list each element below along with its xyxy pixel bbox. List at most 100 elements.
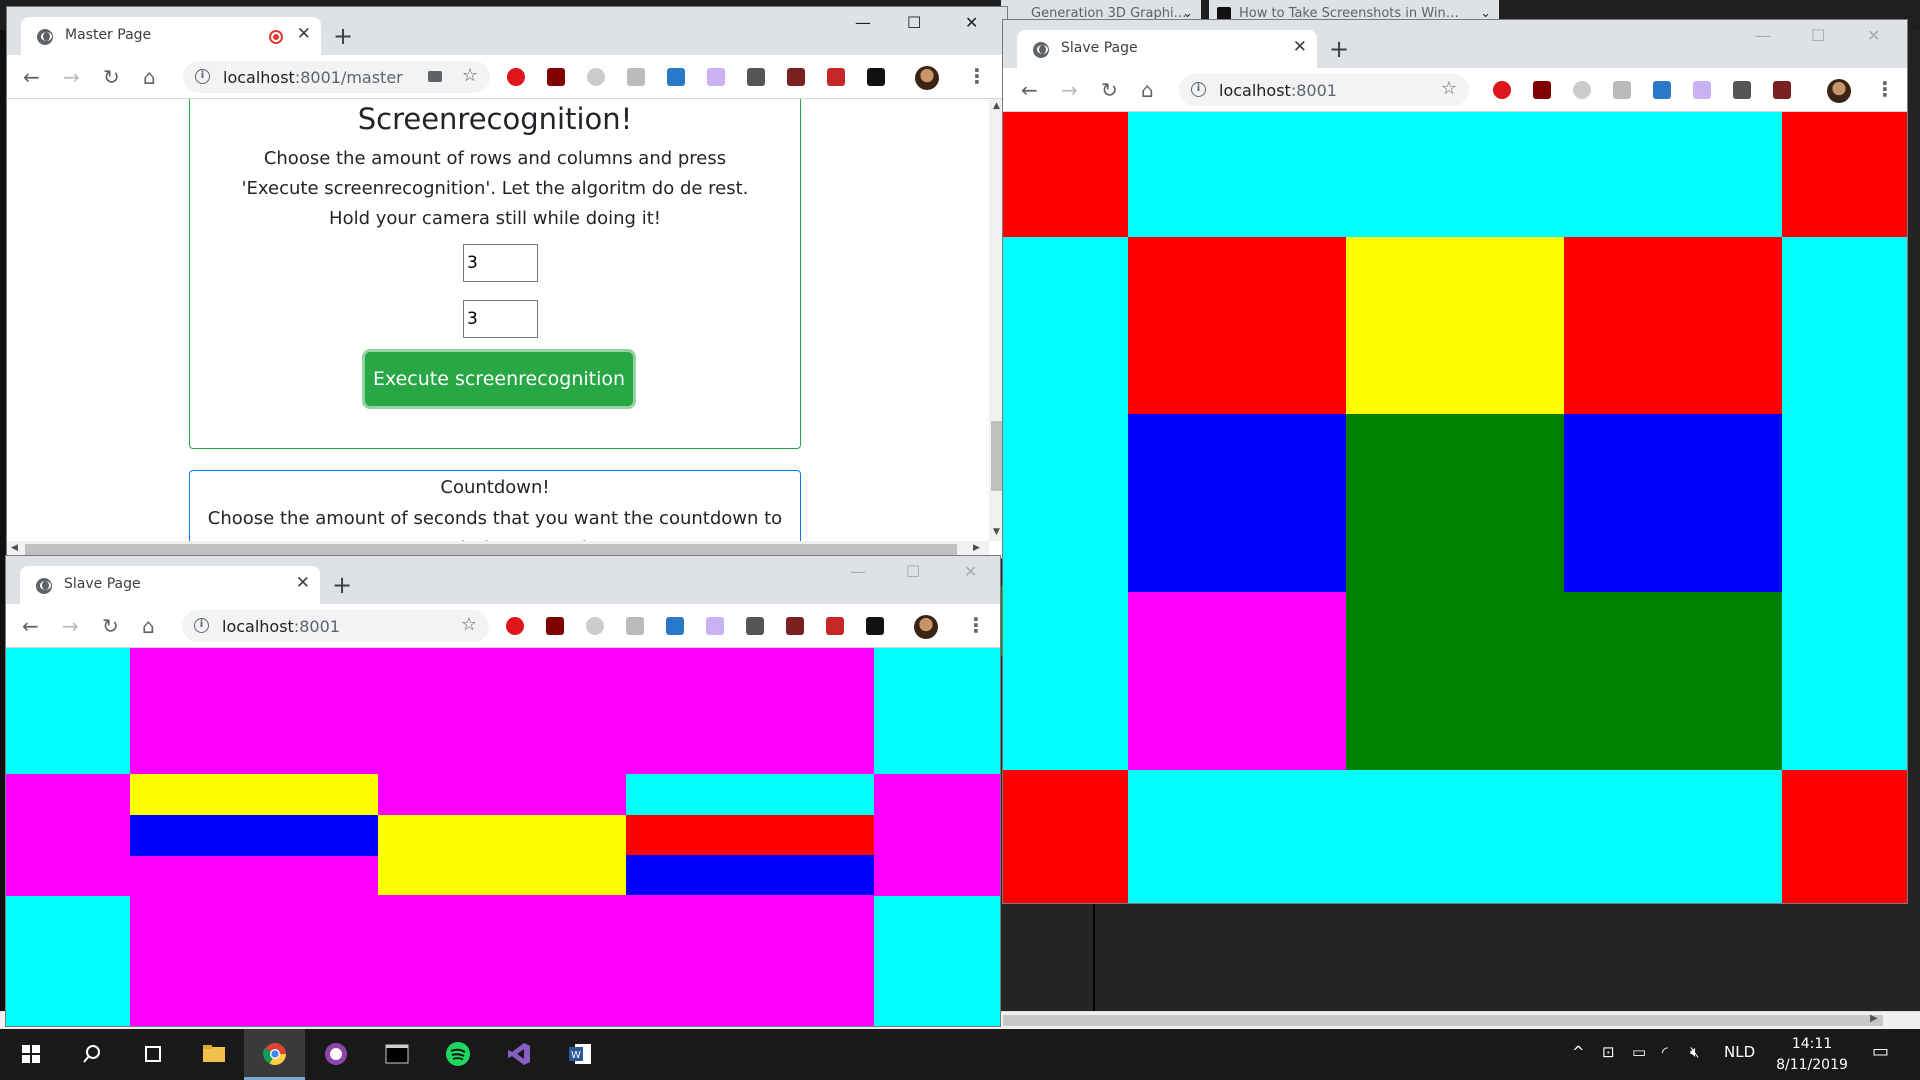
close-window-button[interactable]: ✕ — [1867, 26, 1880, 45]
extension-icon[interactable] — [1573, 81, 1591, 99]
scrollbar-thumb[interactable] — [25, 544, 957, 555]
pen-icon[interactable] — [707, 68, 725, 86]
camera-icon[interactable] — [428, 71, 442, 82]
ublock-icon[interactable] — [546, 617, 564, 635]
back-button[interactable]: ← — [23, 65, 40, 89]
notifications-icon[interactable]: ▭ — [1872, 1041, 1889, 1062]
info-icon[interactable]: i — [1191, 82, 1206, 97]
tab-master-page[interactable]: Master Page ✕ — [21, 17, 321, 55]
taskbar-chrome[interactable] — [244, 1029, 305, 1080]
clipboard-icon[interactable] — [626, 617, 644, 635]
s-extension-icon[interactable] — [666, 617, 684, 635]
tab-slave-page[interactable]: Slave Page ✕ — [20, 566, 320, 604]
taskbar-github-desktop[interactable] — [305, 1029, 366, 1080]
info-icon[interactable]: i — [194, 618, 209, 633]
forward-button[interactable]: → — [63, 65, 80, 89]
extension-icon[interactable] — [586, 617, 604, 635]
adblock-icon[interactable] — [507, 68, 525, 86]
maximize-button[interactable]: ☐ — [906, 562, 920, 581]
taskbar-word[interactable]: W — [549, 1029, 610, 1080]
facebook-icon[interactable] — [1733, 81, 1751, 99]
maximize-button[interactable]: ☐ — [907, 13, 921, 32]
extension-red-icon[interactable] — [786, 617, 804, 635]
extension-icon[interactable] — [587, 68, 605, 86]
taskbar-visual-studio[interactable] — [488, 1029, 549, 1080]
close-window-button[interactable]: ✕ — [964, 562, 977, 581]
reload-button[interactable]: ↻ — [103, 65, 120, 89]
s-extension-icon[interactable] — [1653, 81, 1671, 99]
clock[interactable]: 14:11 8/11/2019 — [1762, 1034, 1862, 1076]
forward-button[interactable]: → — [1061, 78, 1078, 102]
s-extension-icon[interactable] — [667, 68, 685, 86]
address-bar[interactable]: i localhost:8001/master ☆ — [183, 61, 490, 93]
battery-icon[interactable]: ▭ — [1632, 1043, 1646, 1061]
language-indicator[interactable]: NLD — [1724, 1043, 1755, 1061]
task-view-button[interactable] — [122, 1029, 183, 1080]
close-tab-icon[interactable]: ✕ — [297, 24, 311, 44]
scroll-up-icon[interactable]: ▲ — [993, 101, 1000, 111]
address-bar[interactable]: i localhost:8001 ☆ — [182, 610, 489, 642]
ublock-icon[interactable] — [1533, 81, 1551, 99]
info-icon[interactable]: i — [195, 69, 210, 84]
pen-icon[interactable] — [1693, 81, 1711, 99]
home-button[interactable]: ⌂ — [1141, 78, 1154, 102]
adblock-icon[interactable] — [1493, 81, 1511, 99]
rows-input[interactable]: 3 — [463, 244, 538, 282]
close-tab-icon[interactable]: ✕ — [296, 573, 310, 593]
security-icon[interactable]: ⊡ — [1602, 1043, 1615, 1061]
new-tab-button[interactable]: + — [1329, 35, 1349, 63]
book-icon[interactable] — [826, 617, 844, 635]
taskbar-spotify[interactable] — [427, 1029, 488, 1080]
search-button[interactable] — [61, 1029, 122, 1080]
clipboard-icon[interactable] — [1613, 81, 1631, 99]
close-window-button[interactable]: ✕ — [965, 13, 978, 32]
book-icon[interactable] — [827, 68, 845, 86]
minimize-button[interactable]: — — [1755, 26, 1771, 45]
scrollbar-thumb[interactable] — [1003, 1015, 1883, 1026]
scroll-right-icon[interactable]: ▶ — [973, 543, 980, 553]
menu-icon[interactable]: ⋮ — [967, 64, 987, 88]
taskbar-file-explorer[interactable] — [183, 1029, 244, 1080]
home-button[interactable]: ⌂ — [142, 614, 155, 638]
avatar[interactable] — [914, 615, 938, 639]
execute-screenrecognition-button[interactable]: Execute screenrecognition — [365, 352, 633, 406]
address-bar[interactable]: i localhost:8001 ☆ — [1179, 74, 1469, 106]
close-tab-icon[interactable]: ✕ — [1293, 37, 1307, 57]
avatar[interactable] — [1827, 79, 1851, 103]
new-tab-button[interactable]: + — [332, 571, 352, 599]
binary-icon[interactable] — [867, 68, 885, 86]
minimize-button[interactable]: — — [850, 562, 866, 581]
facebook-icon[interactable] — [747, 68, 765, 86]
facebook-icon[interactable] — [746, 617, 764, 635]
forward-button[interactable]: → — [62, 614, 79, 638]
scroll-down-icon[interactable]: ▼ — [993, 527, 1000, 537]
taskbar-terminal[interactable] — [366, 1029, 427, 1080]
extension-red-icon[interactable] — [1773, 81, 1791, 99]
volume-muted-icon[interactable]: 🔇︎ — [1690, 1043, 1699, 1061]
scroll-left-icon[interactable]: ◀ — [11, 543, 18, 553]
back-button[interactable]: ← — [1021, 78, 1038, 102]
scroll-right-icon[interactable]: ▶ — [1870, 1013, 1878, 1024]
reload-button[interactable]: ↻ — [102, 614, 119, 638]
pen-icon[interactable] — [706, 617, 724, 635]
menu-icon[interactable]: ⋮ — [966, 613, 986, 637]
avatar[interactable] — [915, 66, 939, 90]
minimize-button[interactable]: — — [855, 13, 871, 32]
back-button[interactable]: ← — [22, 614, 39, 638]
home-button[interactable]: ⌂ — [143, 65, 156, 89]
clipboard-icon[interactable] — [627, 68, 645, 86]
menu-icon[interactable]: ⋮ — [1875, 77, 1895, 101]
adblock-icon[interactable] — [506, 617, 524, 635]
tab-slave-page[interactable]: Slave Page ✕ — [1017, 30, 1317, 68]
bookmark-star-icon[interactable]: ☆ — [1441, 78, 1457, 99]
start-button[interactable] — [0, 1029, 61, 1080]
new-tab-button[interactable]: + — [333, 22, 353, 50]
bookmark-star-icon[interactable]: ☆ — [462, 65, 478, 86]
wifi-icon[interactable]: ◜ — [1662, 1043, 1668, 1061]
maximize-button[interactable]: ☐ — [1811, 26, 1825, 45]
reload-button[interactable]: ↻ — [1101, 78, 1118, 102]
extension-red-icon[interactable] — [787, 68, 805, 86]
show-hidden-icons-icon[interactable]: ^ — [1572, 1043, 1585, 1061]
bookmark-star-icon[interactable]: ☆ — [461, 614, 477, 635]
columns-input[interactable]: 3 — [463, 300, 538, 338]
